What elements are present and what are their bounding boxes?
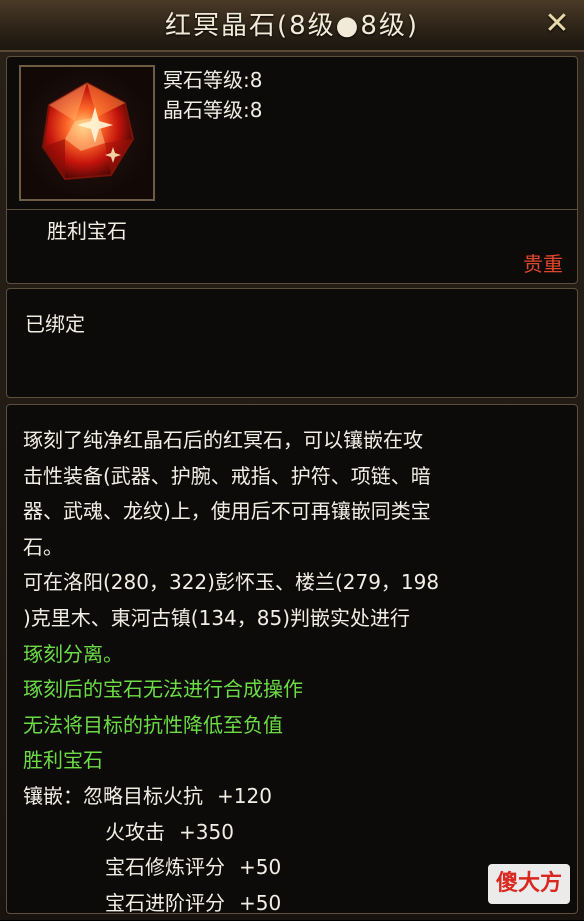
attr-stone-level: 冥石等级:8 <box>163 68 263 92</box>
stat-line: 宝石修炼评分 +50 <box>23 850 563 886</box>
description-line: )克里木、東河古镇(134，85)判嵌实处进行 <box>23 605 411 630</box>
green-note-line: 胜利宝石 <box>23 748 103 773</box>
stat-line: 火攻击 +350 <box>23 815 563 851</box>
stat-value: +120 <box>217 783 272 808</box>
description-line: 器、武魂、龙纹)上，使用后不可再镶嵌同类宝 <box>23 499 431 524</box>
stat-line: 宝石进阶评分 +50 <box>23 886 563 921</box>
stats-label: 镶嵌： <box>23 783 83 808</box>
stat-name: 火攻击 <box>105 819 165 844</box>
stat-value: +50 <box>239 855 282 880</box>
window-title: 红冥晶石(8级●8级) <box>164 11 420 41</box>
item-name: 胜利宝石 <box>47 219 127 243</box>
attr-crystal-level: 晶石等级:8 <box>163 98 263 122</box>
stat-name: 忽略目标火抗 <box>83 783 203 808</box>
watermark-logo: 傻大方 <box>488 864 570 904</box>
item-header-panel: 冥石等级:8 晶石等级:8 胜利宝石 贵重 <box>6 56 578 284</box>
description-line: 石。 <box>23 534 63 559</box>
bind-status: 已绑定 <box>25 312 85 336</box>
item-icon-slot <box>19 65 155 201</box>
stat-name: 宝石进阶评分 <box>105 890 225 915</box>
green-note-line: 琢刻分离。 <box>23 641 123 666</box>
description-line: 击性装备(武器、护腕、戒指、护符、项链、暗 <box>23 463 431 488</box>
stat-value: +350 <box>179 819 234 844</box>
stat-name: 宝石修炼评分 <box>105 855 225 880</box>
bind-status-panel: 已绑定 <box>6 288 578 398</box>
description-line: 琢刻了纯净红晶石后的红冥石，可以镶嵌在攻 <box>23 428 423 452</box>
stat-value: +50 <box>239 890 282 915</box>
close-button[interactable]: ✕ <box>540 8 574 42</box>
description-line: 可在洛阳(280，322)彭怀玉、楼兰(279，198 <box>23 570 440 595</box>
item-tooltip-window: 红冥晶石(8级●8级) ✕ 冥石等级:8 晶石等级:8 胜利宝石 贵重 已绑定 … <box>0 0 584 920</box>
rarity-badge: 贵重 <box>523 252 563 276</box>
green-note-line: 琢刻后的宝石无法进行合成操作 <box>23 677 303 702</box>
item-attributes: 冥石等级:8 晶石等级:8 <box>163 65 262 125</box>
stat-line: 镶嵌：忽略目标火抗 +120 <box>23 779 563 815</box>
title-bar: 红冥晶石(8级●8级) ✕ <box>0 0 584 52</box>
green-note-line: 无法将目标的抗性降低至负值 <box>23 712 283 737</box>
header-divider <box>7 209 577 210</box>
description-panel: 琢刻了纯净红晶石后的红冥石，可以镶嵌在攻 击性装备(武器、护腕、戒指、护符、项链… <box>6 404 578 915</box>
red-gem-icon <box>41 81 135 181</box>
description-text: 琢刻了纯净红晶石后的红冥石，可以镶嵌在攻 击性装备(武器、护腕、戒指、护符、项链… <box>23 423 563 921</box>
